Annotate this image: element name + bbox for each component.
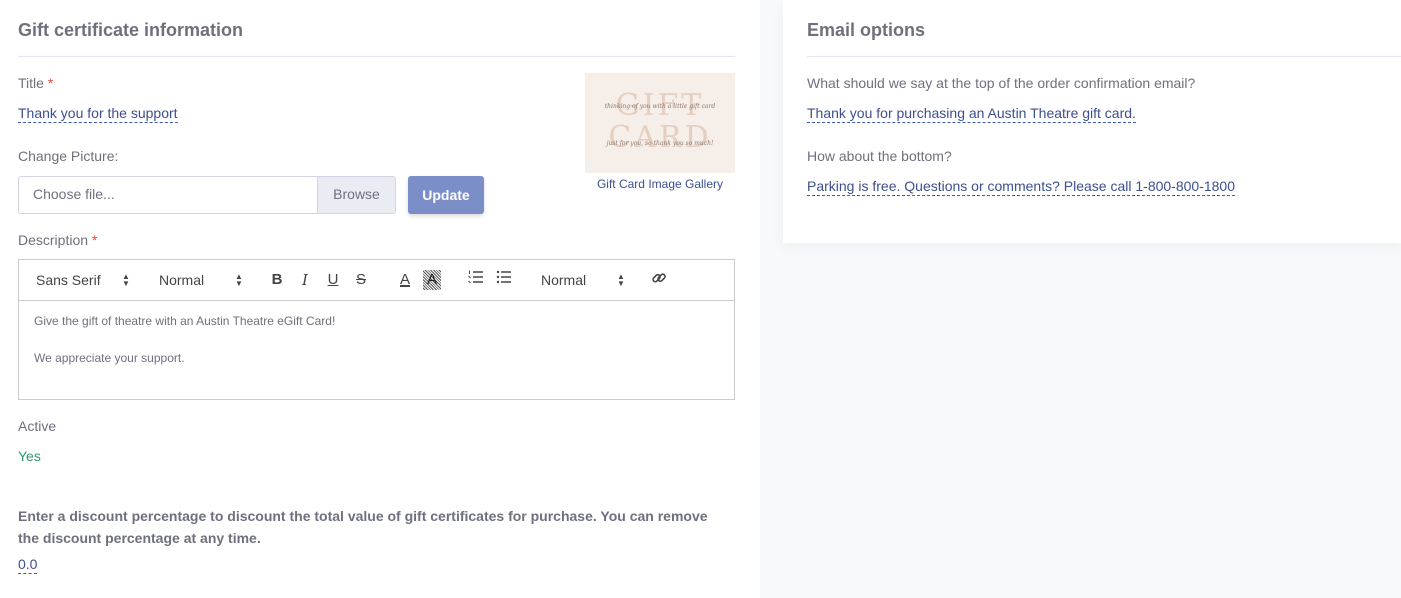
description-editor[interactable]: Sans Serif ▲ ▼ Normal ▲ ▼ B I U S A A Norm… [18, 259, 735, 400]
bullet-list-icon[interactable] [495, 270, 513, 290]
chevron-updown-icon: ▲ ▼ [122, 272, 130, 288]
description-label: Description * [18, 232, 98, 248]
chevron-updown-icon: ▲ ▼ [617, 272, 625, 288]
title-editable[interactable]: Thank you for the support [18, 105, 178, 123]
active-label: Active [18, 418, 57, 434]
italic-icon[interactable]: I [296, 270, 314, 290]
underline-icon[interactable]: U [324, 270, 342, 290]
active-value[interactable]: Yes [18, 448, 41, 464]
chevron-updown-icon: ▲ ▼ [235, 272, 243, 288]
gift-section-title: Gift certificate information [18, 20, 244, 40]
gift-card-image-script-2: just for you, so thank you so much! [606, 140, 714, 147]
gift-card-image-script-1: thinking of you with a little gift card [604, 103, 716, 110]
description-line: We appreciate your support. [34, 351, 185, 365]
title-label: Title * [18, 75, 54, 91]
strike-icon[interactable]: S [352, 270, 370, 290]
font-size-select[interactable]: Normal [159, 272, 204, 288]
browse-button[interactable]: Browse [317, 177, 395, 213]
top-question-label: What should we say at the top of the ord… [807, 75, 1196, 91]
description-line: Give the gift of theatre with an Austin … [34, 314, 336, 328]
editor-content[interactable]: Give the gift of theatre with an Austin … [19, 301, 734, 401]
text-color-icon[interactable]: A [396, 270, 414, 290]
gift-card-image-word-2: CARD [608, 120, 712, 155]
file-placeholder[interactable]: Choose file... [19, 177, 317, 213]
required-mark: * [47, 75, 54, 91]
bottom-question-label: How about the bottom? [807, 148, 952, 164]
top-message-editable[interactable]: Thank you for purchasing an Austin Theat… [807, 105, 1136, 123]
update-button[interactable]: Update [408, 176, 484, 214]
background-color-icon[interactable]: A [423, 270, 441, 290]
discount-label: Enter a discount percentage to discount … [18, 508, 708, 546]
divider [807, 56, 1401, 57]
gift-card-image: GIFT CARD thinking of you with a little … [585, 73, 735, 173]
ordered-list-icon[interactable] [467, 270, 485, 290]
divider [18, 56, 735, 57]
header-select[interactable]: Normal [541, 272, 586, 288]
gift-certificate-card: Gift certificate information Title * Tha… [0, 0, 760, 598]
editor-toolbar: Sans Serif ▲ ▼ Normal ▲ ▼ B I U S A A Norm… [19, 260, 734, 301]
change-picture-label: Change Picture: [18, 148, 119, 164]
email-options-card: Email options What should we say at the … [783, 0, 1401, 243]
link-icon[interactable] [650, 270, 668, 290]
discount-editable[interactable]: 0.0 [18, 556, 38, 574]
gift-card-gallery-link[interactable]: Gift Card Image Gallery [585, 177, 735, 191]
file-input[interactable]: Choose file... Browse [18, 176, 396, 214]
bottom-message-editable[interactable]: Parking is free. Questions or comments? … [807, 178, 1235, 196]
font-family-select[interactable]: Sans Serif [36, 272, 101, 288]
bold-icon[interactable]: B [268, 270, 286, 290]
required-mark: * [91, 232, 98, 248]
email-section-title: Email options [807, 20, 926, 40]
